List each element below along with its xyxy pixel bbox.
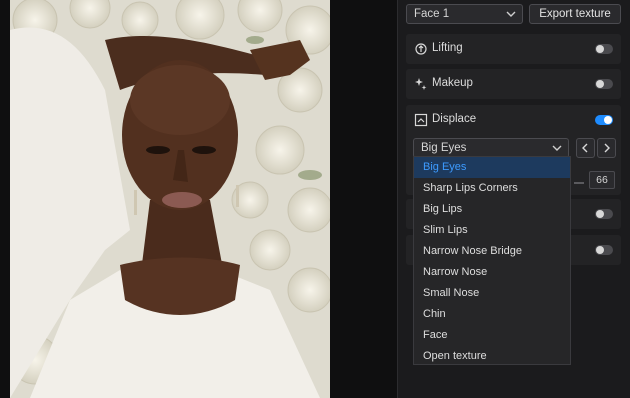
toggle-knob xyxy=(604,116,612,124)
menu-item-open-texture[interactable]: Open texture xyxy=(414,346,570,367)
previous-preset-button[interactable] xyxy=(576,138,595,158)
toggle-knob xyxy=(596,45,604,53)
chevron-right-icon xyxy=(604,143,610,153)
export-texture-button[interactable]: Export texture xyxy=(529,4,621,24)
displace-amount-slider[interactable] xyxy=(574,182,584,184)
menu-item-big-eyes[interactable]: Big Eyes xyxy=(414,157,570,178)
toggle-knob xyxy=(596,246,604,254)
menu-item-face[interactable]: Face xyxy=(414,325,570,346)
makeup-icon xyxy=(415,78,427,90)
toggle-knob xyxy=(596,210,604,218)
feature-toggle[interactable] xyxy=(595,245,613,255)
toggle-knob xyxy=(596,80,604,88)
menu-item-sharp-lips-corners[interactable]: Sharp Lips Corners xyxy=(414,178,570,199)
menu-item-big-lips[interactable]: Big Lips xyxy=(414,199,570,220)
chevron-down-icon xyxy=(506,11,516,17)
face-select[interactable]: Face 1 xyxy=(406,4,523,24)
feature-label-displace: Displace xyxy=(432,113,477,125)
makeup-toggle[interactable] xyxy=(595,79,613,89)
lifting-icon xyxy=(415,43,427,55)
lifting-toggle[interactable] xyxy=(595,44,613,54)
image-canvas xyxy=(0,0,397,398)
menu-item-slim-lips[interactable]: Slim Lips xyxy=(414,220,570,241)
feature-toggle[interactable] xyxy=(595,209,613,219)
preset-select-value: Big Eyes xyxy=(421,142,467,154)
chevron-down-icon xyxy=(552,145,562,151)
menu-item-narrow-nose[interactable]: Narrow Nose xyxy=(414,262,570,283)
displace-preset-select[interactable]: Big Eyes xyxy=(413,138,569,158)
feature-label-makeup: Makeup xyxy=(432,77,473,89)
portrait-illustration xyxy=(10,0,330,398)
menu-item-small-nose[interactable]: Small Nose xyxy=(414,283,570,304)
portrait-photo xyxy=(10,0,330,398)
displace-amount-value[interactable]: 66 xyxy=(589,171,615,189)
feature-row-lifting: Lifting xyxy=(406,34,621,64)
next-preset-button[interactable] xyxy=(597,138,616,158)
feature-row-makeup: Makeup xyxy=(406,69,621,99)
feature-row-displace: Displace xyxy=(406,105,621,135)
menu-item-narrow-nose-bridge[interactable]: Narrow Nose Bridge xyxy=(414,241,570,262)
face-select-value: Face 1 xyxy=(414,8,450,20)
chevron-left-icon xyxy=(582,143,588,153)
feature-label-lifting: Lifting xyxy=(432,42,463,54)
menu-item-chin[interactable]: Chin xyxy=(414,304,570,325)
displace-toggle[interactable] xyxy=(595,115,613,125)
displace-icon xyxy=(414,113,428,127)
preset-dropdown-menu: Big Eyes Sharp Lips Corners Big Lips Sli… xyxy=(413,156,571,365)
settings-panel: Face 1 Export texture Lifting Makeup Dis… xyxy=(398,0,630,398)
